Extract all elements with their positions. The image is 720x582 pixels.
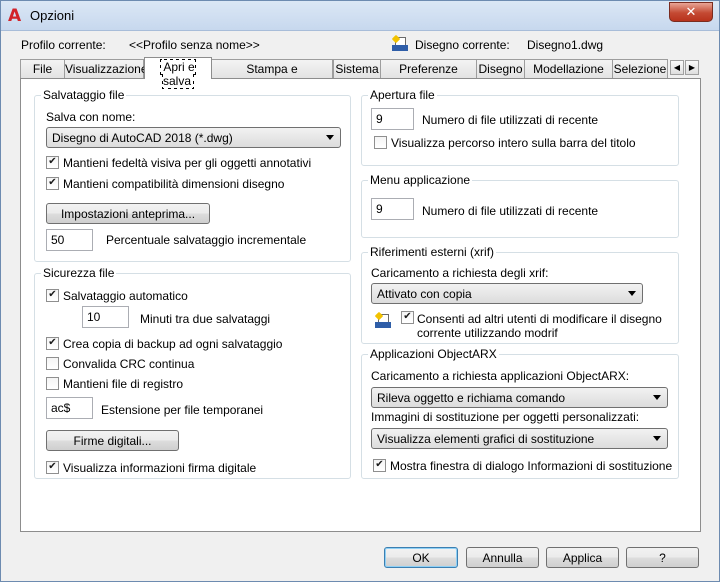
current-drawing-label: Disegno corrente: xyxy=(415,38,510,52)
xref-demand-load-dropdown[interactable]: Attivato con copia xyxy=(371,283,643,304)
thumbnail-settings-button[interactable]: Impostazioni anteprima... xyxy=(46,203,210,224)
chevron-down-icon xyxy=(326,135,334,140)
signature-info-checkbox[interactable] xyxy=(46,461,59,474)
tab-file[interactable]: File xyxy=(20,59,65,78)
digital-signatures-button[interactable]: Firme digitali... xyxy=(46,430,179,451)
options-dialog: A Opzioni ✕ Profilo corrente: <<Profilo … xyxy=(0,0,720,582)
xref-demand-load-label: Caricamento a richiesta degli xrif: xyxy=(371,266,549,280)
arx-demand-load-dropdown[interactable]: Rileva oggetto e richiama comando xyxy=(371,387,668,408)
current-profile-label: Profilo corrente: xyxy=(21,38,106,52)
menu-group-title: Menu applicazione xyxy=(368,173,473,187)
chevron-down-icon xyxy=(628,291,636,296)
autosave-label: Salvataggio automatico xyxy=(63,289,188,303)
tab-scroll-left-icon[interactable]: ◀ xyxy=(670,60,684,75)
temp-extension-label: Estensione per file temporanei xyxy=(101,403,264,417)
proxy-images-dropdown[interactable]: Visualizza elementi grafici di sostituzi… xyxy=(371,428,668,449)
chevron-down-icon xyxy=(653,436,661,441)
xref-demand-load-selected: Attivato con copia xyxy=(377,287,472,301)
menu-recent-input[interactable]: 9 xyxy=(371,198,414,220)
tab-sistema[interactable]: Sistema xyxy=(333,59,381,78)
autocad-logo-icon: A xyxy=(8,6,22,26)
current-drawing-value: Disegno1.dwg xyxy=(527,38,604,52)
tab-apri-e-salva[interactable]: Apri e salva xyxy=(144,57,212,89)
log-file-label: Mantieni file di registro xyxy=(63,377,184,391)
allow-edit-xref-checkbox[interactable] xyxy=(401,311,414,324)
window-title: Opzioni xyxy=(30,8,75,23)
tab-scroll-right-icon[interactable]: ▶ xyxy=(685,60,699,75)
drawing-file-icon xyxy=(374,311,391,329)
arx-demand-load-label: Caricamento a richiesta applicazioni Obj… xyxy=(371,369,630,383)
chevron-down-icon xyxy=(653,395,661,400)
cancel-button[interactable]: Annulla xyxy=(466,547,539,568)
allow-edit-xref-label-line2: corrente utilizzando modrif xyxy=(417,326,558,340)
tab-stampa-e-pubblicazione[interactable]: Stampa e pubblicazione xyxy=(211,59,333,90)
tab-disegno[interactable]: Disegno xyxy=(476,59,525,78)
open-recent-label: Numero di file utilizzati di recente xyxy=(422,113,599,127)
arx-demand-load-selected: Rileva oggetto e richiama comando xyxy=(377,391,566,405)
menu-recent-label: Numero di file utilizzati di recente xyxy=(422,204,599,218)
arx-group-title: Applicazioni ObjectARX xyxy=(368,347,499,361)
visual-fidelity-checkbox[interactable] xyxy=(46,156,59,169)
title-bar[interactable]: A Opzioni ✕ xyxy=(1,1,719,31)
save-as-label: Salva con nome: xyxy=(46,110,136,124)
save-as-dropdown[interactable]: Disegno di AutoCAD 2018 (*.dwg) xyxy=(46,127,341,148)
crc-label: Convalida CRC continua xyxy=(63,357,195,371)
full-path-checkbox[interactable] xyxy=(374,136,387,149)
proxy-images-selected: Visualizza elementi grafici di sostituzi… xyxy=(377,432,595,446)
autosave-checkbox[interactable] xyxy=(46,289,59,302)
close-button[interactable]: ✕ xyxy=(669,2,713,22)
tab-modellazione-3d[interactable]: Modellazione 3D xyxy=(524,59,613,90)
signature-info-label: Visualizza informazioni firma digitale xyxy=(63,461,257,475)
proxy-info-checkbox[interactable] xyxy=(373,459,386,472)
tab-selezione[interactable]: Selezione xyxy=(612,59,668,78)
proxy-images-label: Immagini di sostituzione per oggetti per… xyxy=(371,410,640,424)
ok-button[interactable]: OK xyxy=(384,547,458,568)
allow-edit-xref-label-line1: Consenti ad altri utenti di modificare i… xyxy=(417,312,662,326)
drawing-file-icon xyxy=(391,34,408,52)
open-group-title: Apertura file xyxy=(368,88,437,102)
crc-checkbox[interactable] xyxy=(46,357,59,370)
temp-extension-input[interactable]: ac$ xyxy=(46,397,93,419)
xref-group-title: Riferimenti esterni (xrif) xyxy=(368,245,497,259)
tab-visualizzazione[interactable]: Visualizzazione xyxy=(64,59,148,78)
open-group: Apertura file xyxy=(361,88,679,166)
current-profile-value: <<Profilo senza nome>> xyxy=(129,38,260,52)
backup-label: Crea copia di backup ad ogni salvataggio xyxy=(63,337,283,351)
autosave-minutes-label: Minuti tra due salvataggi xyxy=(140,312,271,326)
full-path-label: Visualizza percorso intero sulla barra d… xyxy=(391,136,636,150)
incremental-save-input[interactable]: 50 xyxy=(46,229,93,251)
autosave-minutes-input[interactable]: 10 xyxy=(82,306,129,328)
proxy-info-label: Mostra finestra di dialogo Informazioni … xyxy=(390,459,673,473)
log-file-checkbox[interactable] xyxy=(46,377,59,390)
dimension-compat-checkbox[interactable] xyxy=(46,177,59,190)
save-as-selected: Disegno di AutoCAD 2018 (*.dwg) xyxy=(52,131,233,145)
backup-checkbox[interactable] xyxy=(46,337,59,350)
visual-fidelity-label: Mantieni fedeltà visiva per gli oggetti … xyxy=(63,156,312,170)
open-recent-input[interactable]: 9 xyxy=(371,108,414,130)
incremental-save-label: Percentuale salvataggio incrementale xyxy=(106,233,307,247)
save-group-title: Salvataggio file xyxy=(41,88,127,102)
apply-button[interactable]: Applica xyxy=(546,547,619,568)
help-button[interactable]: ? xyxy=(626,547,699,568)
dimension-compat-label: Mantieni compatibilità dimensioni disegn… xyxy=(63,177,285,191)
safety-group-title: Sicurezza file xyxy=(41,266,117,280)
tab-preferenze-utente[interactable]: Preferenze utente xyxy=(380,59,477,90)
tab-panel-apri-e-salva: Salvataggio file Salva con nome: Disegno… xyxy=(20,78,701,532)
